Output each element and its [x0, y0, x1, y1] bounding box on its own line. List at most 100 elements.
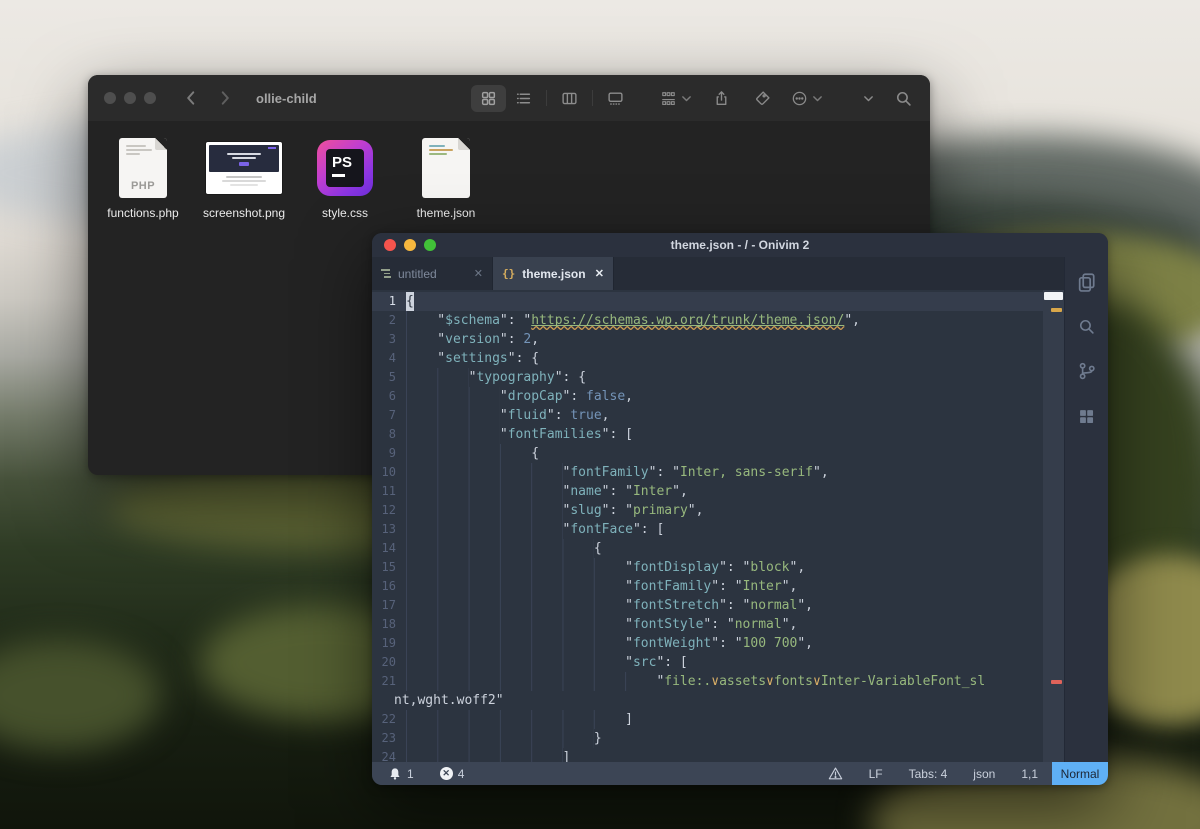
code-line-23[interactable]: 23}: [372, 729, 1064, 748]
file-functions.php[interactable]: PHPfunctions.php: [100, 137, 186, 220]
editor-tabbar: untitled✕{}theme.json✕: [372, 257, 1064, 290]
toolbar-overflow-button[interactable]: [862, 92, 875, 105]
file-theme.json[interactable]: theme.json: [403, 137, 489, 220]
column-view-button[interactable]: [552, 85, 587, 112]
list-view-button[interactable]: [506, 85, 541, 112]
file-lines-icon: [381, 269, 391, 278]
close-icon[interactable]: ✕: [474, 267, 483, 280]
code-line-3[interactable]: 3"version": 2,: [372, 330, 1064, 349]
line-number: 10: [372, 463, 406, 482]
search-button[interactable]: [1078, 318, 1095, 335]
finder-file-grid: PHPfunctions.php screenshot.png PSstyle.cs…: [88, 121, 930, 220]
line-number: 16: [372, 577, 406, 596]
code-line-6[interactable]: 6"dropCap": false,: [372, 387, 1064, 406]
code-line-1[interactable]: 1{: [372, 292, 1064, 311]
close-icon[interactable]: ✕: [595, 267, 604, 280]
image-thumbnail-icon: [206, 142, 282, 194]
line-number: 8: [372, 425, 406, 444]
code-line-21[interactable]: 21"file:.∨assets∨fonts∨Inter-VariableFon…: [372, 672, 1064, 691]
notifications-indicator[interactable]: 1: [388, 767, 414, 781]
error-count: 4: [458, 767, 465, 781]
bell-icon: [388, 767, 402, 781]
code-line-19[interactable]: 19"fontWeight": "100 700",: [372, 634, 1064, 653]
git-branch-button[interactable]: [1077, 361, 1097, 381]
share-button[interactable]: [713, 90, 730, 107]
window-title: theme.json - / - Onivim 2: [372, 238, 1108, 252]
scrollbar-thumb[interactable]: [1044, 292, 1063, 300]
line-number: 7: [372, 406, 406, 425]
close-button[interactable]: [104, 92, 116, 104]
code-line-14[interactable]: 14{: [372, 539, 1064, 558]
grid-view-button[interactable]: [471, 85, 506, 112]
code-line-8[interactable]: 8"fontFamilies": [: [372, 425, 1064, 444]
extensions-button[interactable]: [1077, 407, 1096, 426]
zoom-button[interactable]: [144, 92, 156, 104]
activity-bar: [1064, 257, 1108, 762]
chevron-down-icon: [811, 92, 824, 105]
extensions-icon: [1077, 407, 1096, 426]
copy-button[interactable]: [1076, 271, 1097, 292]
code-line-16[interactable]: 16"fontFamily": "Inter",: [372, 577, 1064, 596]
code-line-7[interactable]: 7"fluid": true,: [372, 406, 1064, 425]
code-line-11[interactable]: 11"name": "Inter",: [372, 482, 1064, 501]
file-screenshot.png[interactable]: screenshot.png: [201, 137, 287, 220]
code-line-20[interactable]: 20"src": [: [372, 653, 1064, 672]
line-number: 24: [372, 748, 406, 762]
code-line-15[interactable]: 15"fontDisplay": "block",: [372, 558, 1064, 577]
onivim-titlebar: theme.json - / - Onivim 2: [372, 233, 1108, 257]
code-line-5[interactable]: 5"typography": {: [372, 368, 1064, 387]
group-button[interactable]: [660, 90, 693, 107]
tab-theme.json[interactable]: {}theme.json✕: [493, 257, 614, 290]
toolbar-divider: [592, 90, 593, 106]
more-icon: [791, 90, 808, 107]
search-icon: [895, 90, 912, 107]
code-line-2[interactable]: 2"$schema": "https://schemas.wp.org/trun…: [372, 311, 1064, 330]
line-number: 6: [372, 387, 406, 406]
vim-mode-indicator: Normal: [1052, 762, 1108, 785]
code-line-wrap[interactable]: nt,wght.woff2": [372, 691, 1064, 710]
chevron-down-icon: [680, 92, 693, 105]
statusbar: 1 ✕ 4 LF Tabs: 4 json 1,1 Normal: [372, 762, 1108, 785]
code-line-4[interactable]: 4"settings": {: [372, 349, 1064, 368]
file-label: screenshot.png: [203, 206, 285, 220]
forward-button[interactable]: [216, 89, 234, 107]
code-line-12[interactable]: 12"slug": "primary",: [372, 501, 1064, 520]
code-line-10[interactable]: 10"fontFamily": "Inter, sans-serif",: [372, 463, 1064, 482]
group-icon: [660, 90, 677, 107]
tab-untitled[interactable]: untitled✕: [372, 257, 493, 290]
errors-indicator[interactable]: ✕ 4: [440, 767, 465, 781]
column-view-icon: [561, 90, 578, 107]
code-line-9[interactable]: 9{: [372, 444, 1064, 463]
file-style.css[interactable]: PSstyle.css: [302, 137, 388, 220]
cursor-position[interactable]: 1,1: [1021, 767, 1038, 781]
search-button[interactable]: [895, 90, 912, 107]
line-number: 17: [372, 596, 406, 615]
cursor: {: [406, 292, 414, 311]
back-button[interactable]: [182, 89, 200, 107]
code-line-17[interactable]: 17"fontStretch": "normal",: [372, 596, 1064, 615]
tab-size-indicator[interactable]: Tabs: 4: [909, 767, 948, 781]
tags-button[interactable]: [754, 90, 771, 107]
minimize-button[interactable]: [124, 92, 136, 104]
line-ending[interactable]: LF: [869, 767, 883, 781]
finder-toolbar: ollie-child: [88, 75, 930, 121]
code-editor[interactable]: 1{2"$schema": "https://schemas.wp.org/tr…: [372, 290, 1064, 762]
code-line-24[interactable]: 24]: [372, 748, 1064, 762]
editor-scrollbar[interactable]: [1043, 290, 1064, 762]
line-number: 3: [372, 330, 406, 349]
language-indicator[interactable]: json: [973, 767, 995, 781]
toolbar-actions: [633, 90, 824, 107]
more-button[interactable]: [791, 90, 824, 107]
git-branch-icon: [1077, 361, 1097, 381]
line-number: [372, 691, 394, 710]
line-number: 5: [372, 368, 406, 387]
code-line-13[interactable]: 13"fontFace": [: [372, 520, 1064, 539]
chevron-down-icon: [862, 92, 875, 105]
gallery-view-button[interactable]: [598, 85, 633, 112]
code-line-18[interactable]: 18"fontStyle": "normal",: [372, 615, 1064, 634]
warning-icon[interactable]: [828, 766, 843, 781]
line-number: 15: [372, 558, 406, 577]
code-line-22[interactable]: 22]: [372, 710, 1064, 729]
line-number: 14: [372, 539, 406, 558]
phpstorm-file-icon: PS: [317, 140, 373, 196]
